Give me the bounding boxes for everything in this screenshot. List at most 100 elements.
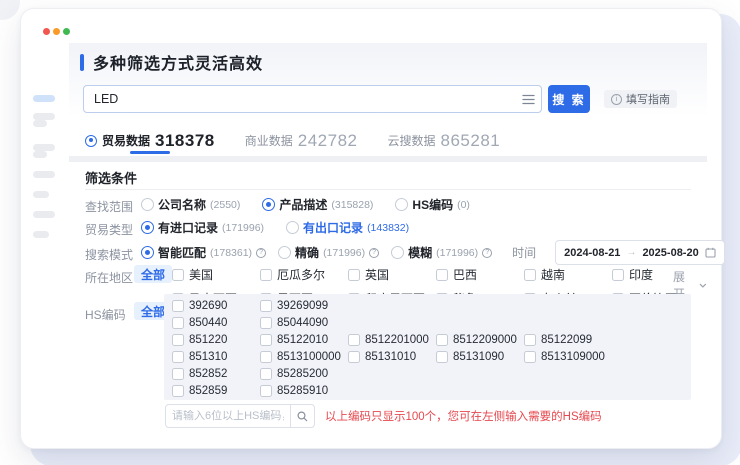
hs-checkbox-392690[interactable]: 392690 [172, 300, 260, 312]
guide-link[interactable]: i 填写指南 [604, 90, 677, 108]
hs-code-label: 8513109000 [541, 351, 605, 363]
search-input-wrapper [83, 85, 542, 113]
hs-checkbox-85285910[interactable]: 85285910 [260, 385, 348, 397]
region-checkbox-厄瓜多尔[interactable]: 厄瓜多尔 [260, 267, 348, 282]
hs-note-text: 以上编码只显示100个，您可在左侧输入需要的HS编码 [325, 408, 602, 424]
hs-checkbox-851310[interactable]: 851310 [172, 351, 260, 363]
arrow-right-icon: → [626, 247, 636, 258]
radio-option-count: (171996) [222, 222, 264, 234]
radio-icon [141, 198, 154, 211]
radio-option[interactable]: 有进口记录(171996) [141, 219, 264, 236]
hs-code-label: 392690 [189, 300, 227, 312]
page-title-row: 多种筛选方式灵活高效 [80, 50, 263, 74]
search-button[interactable]: 搜 索 [548, 85, 590, 113]
hs-code-label: 8512209000 [453, 334, 517, 346]
hs-code-row: 85044085044090 [172, 314, 691, 331]
checkbox-icon [260, 300, 272, 312]
region-checkbox-英国[interactable]: 英国 [348, 267, 436, 282]
hs-code-label: 8513100000 [277, 351, 341, 363]
info-icon[interactable]: ? [369, 248, 379, 258]
traffic-light-minimize[interactable] [53, 28, 60, 35]
checkbox-label: 巴西 [453, 266, 477, 283]
filter-section-heading: 筛选条件 [85, 168, 137, 187]
radio-option-label: 公司名称 [158, 196, 206, 213]
date-start: 2024-08-21 [564, 247, 620, 259]
tab-贸易数据[interactable]: 贸易数据318378 [85, 127, 215, 154]
hs-checkbox-85131090[interactable]: 85131090 [436, 351, 524, 363]
page-title: 多种筛选方式灵活高效 [93, 50, 263, 74]
tab-count: 865281 [441, 131, 501, 151]
data-tabs: 贸易数据318378 商业数据 242782 云搜数据865281 [85, 127, 500, 154]
hs-code-row: 852852 85285200 [172, 365, 691, 382]
checkbox-icon [436, 269, 448, 281]
hs-checkbox-8513100000[interactable]: 8513100000 [260, 351, 348, 363]
hs-checkbox-852859[interactable]: 852859 [172, 385, 260, 397]
hs-checkbox-85122099[interactable]: 85122099 [524, 334, 612, 346]
hs-checkbox-85285200[interactable]: 85285200 [260, 368, 348, 380]
radio-option[interactable]: 有出口记录 (143832) [286, 219, 409, 236]
radio-option[interactable]: 精确(171996)? [278, 244, 379, 261]
hs-checkbox-851220[interactable]: 851220 [172, 334, 260, 346]
radio-option-count: (143832) [367, 222, 409, 234]
tab-云搜数据[interactable]: 云搜数据865281 [388, 127, 501, 154]
radio-option[interactable]: 产品描述(315828) [262, 196, 373, 213]
hs-checkbox-8513109000[interactable]: 8513109000 [524, 351, 612, 363]
info-icon[interactable]: ? [482, 248, 492, 258]
radio-icon [141, 221, 154, 234]
checkbox-icon [436, 334, 448, 346]
hs-code-row: 851310 8513100000 8513101085131090 85131090… [172, 348, 691, 365]
hs-checkbox-8512201000[interactable]: 8512201000 [348, 334, 436, 346]
hs-search-button[interactable] [290, 404, 314, 428]
filter-row-label: HS编码 [85, 306, 126, 323]
radio-option-count: (171996) [436, 247, 478, 259]
region-all-chip[interactable]: 全部 [134, 265, 172, 283]
hs-code-label: 85285200 [277, 368, 328, 380]
checkbox-label: 越南 [541, 266, 565, 283]
traffic-light-zoom[interactable] [63, 28, 70, 35]
hs-code-input[interactable] [166, 410, 290, 422]
tab-label: 商业数据 [245, 132, 293, 149]
region-checkbox-巴西[interactable]: 巴西 [436, 267, 524, 282]
hs-checkbox-85044090[interactable]: 85044090 [260, 317, 348, 329]
radio-option[interactable]: 智能匹配(178361)? [141, 244, 266, 261]
search-input[interactable] [84, 92, 515, 106]
radio-option-label: 有出口记录 [303, 219, 363, 236]
radio-option[interactable]: 公司名称(2550) [141, 196, 240, 213]
hs-checkbox-850440[interactable]: 850440 [172, 317, 260, 329]
hs-checkbox-39269099[interactable]: 39269099 [260, 300, 348, 312]
radio-icon [395, 198, 408, 211]
date-end: 2025-08-20 [642, 247, 698, 259]
sidebar-skeleton-item [33, 231, 49, 238]
filter-list-icon[interactable] [515, 94, 541, 105]
radio-option-label: HS编码 [412, 196, 453, 213]
hs-code-panel: 3926903926909985044085044090851220851220… [164, 294, 691, 400]
checkbox-label: 印度 [629, 266, 653, 283]
main-content: 多种筛选方式灵活高效 搜 索 [69, 43, 707, 443]
hs-code-label: 85122099 [541, 334, 592, 346]
hs-code-label: 851220 [189, 334, 227, 346]
region-checkbox-越南[interactable]: 越南 [524, 267, 612, 282]
checkbox-icon [260, 334, 272, 346]
hs-checkbox-85131010[interactable]: 85131010 [348, 351, 436, 363]
traffic-light-close[interactable] [43, 28, 50, 35]
hs-checkbox-852852[interactable]: 852852 [172, 368, 260, 380]
hs-checkbox-8512209000[interactable]: 8512209000 [436, 334, 524, 346]
hs-code-label: 852852 [189, 368, 227, 380]
background-card-corner [0, 0, 20, 20]
checkbox-icon [260, 385, 272, 397]
date-range-picker[interactable]: 2024-08-21 → 2025-08-20 [555, 240, 725, 265]
radio-icon [141, 246, 154, 259]
tab-商业数据[interactable]: 商业数据 242782 [245, 127, 358, 154]
filter-row-label: 贸易类型 [85, 221, 133, 238]
hs-checkbox-85122010[interactable]: 85122010 [260, 334, 348, 346]
region-checkbox-美国[interactable]: 美国 [172, 267, 260, 282]
hs-code-row: 392690 39269099 [172, 297, 691, 314]
checkbox-icon [172, 300, 184, 312]
checkbox-icon [172, 385, 184, 397]
radio-option[interactable]: HS编码(0) [395, 196, 470, 213]
radio-option[interactable]: 模糊(171996)? [391, 244, 492, 261]
page-background: 多种筛选方式灵活高效 搜 索 [0, 0, 740, 465]
info-icon[interactable]: ? [256, 248, 266, 258]
sidebar-skeleton-item [33, 151, 47, 158]
tab-count: 242782 [298, 131, 358, 151]
